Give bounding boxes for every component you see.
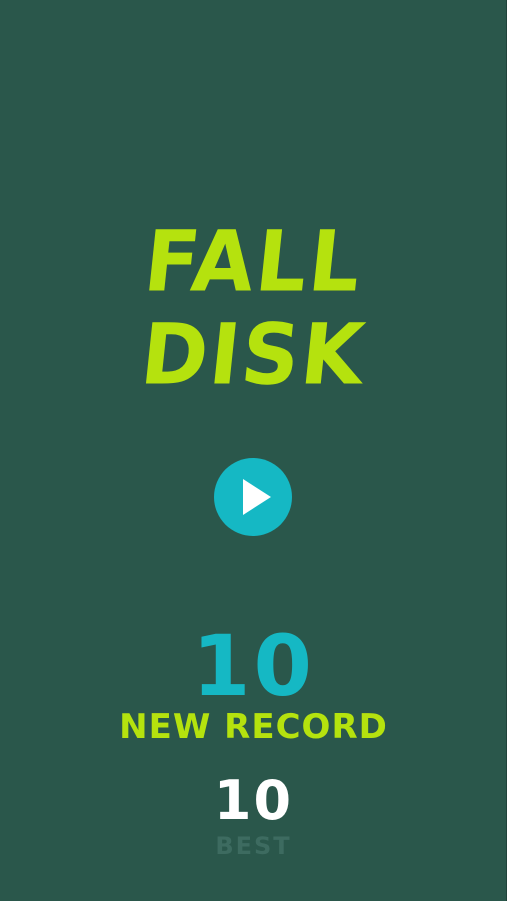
new-record-label: NEW RECORD: [119, 707, 388, 747]
best-score: 10: [213, 769, 294, 832]
game-title-line-1: FALL: [139, 212, 368, 311]
game-screen: FALL DISK 10 NEW RECORD 10 BEST: [0, 0, 507, 901]
best-label: BEST: [215, 832, 292, 860]
game-title-line-2: DISK: [136, 305, 371, 404]
current-score: 10: [192, 617, 315, 715]
play-icon: [214, 458, 292, 536]
play-button[interactable]: [214, 458, 292, 536]
